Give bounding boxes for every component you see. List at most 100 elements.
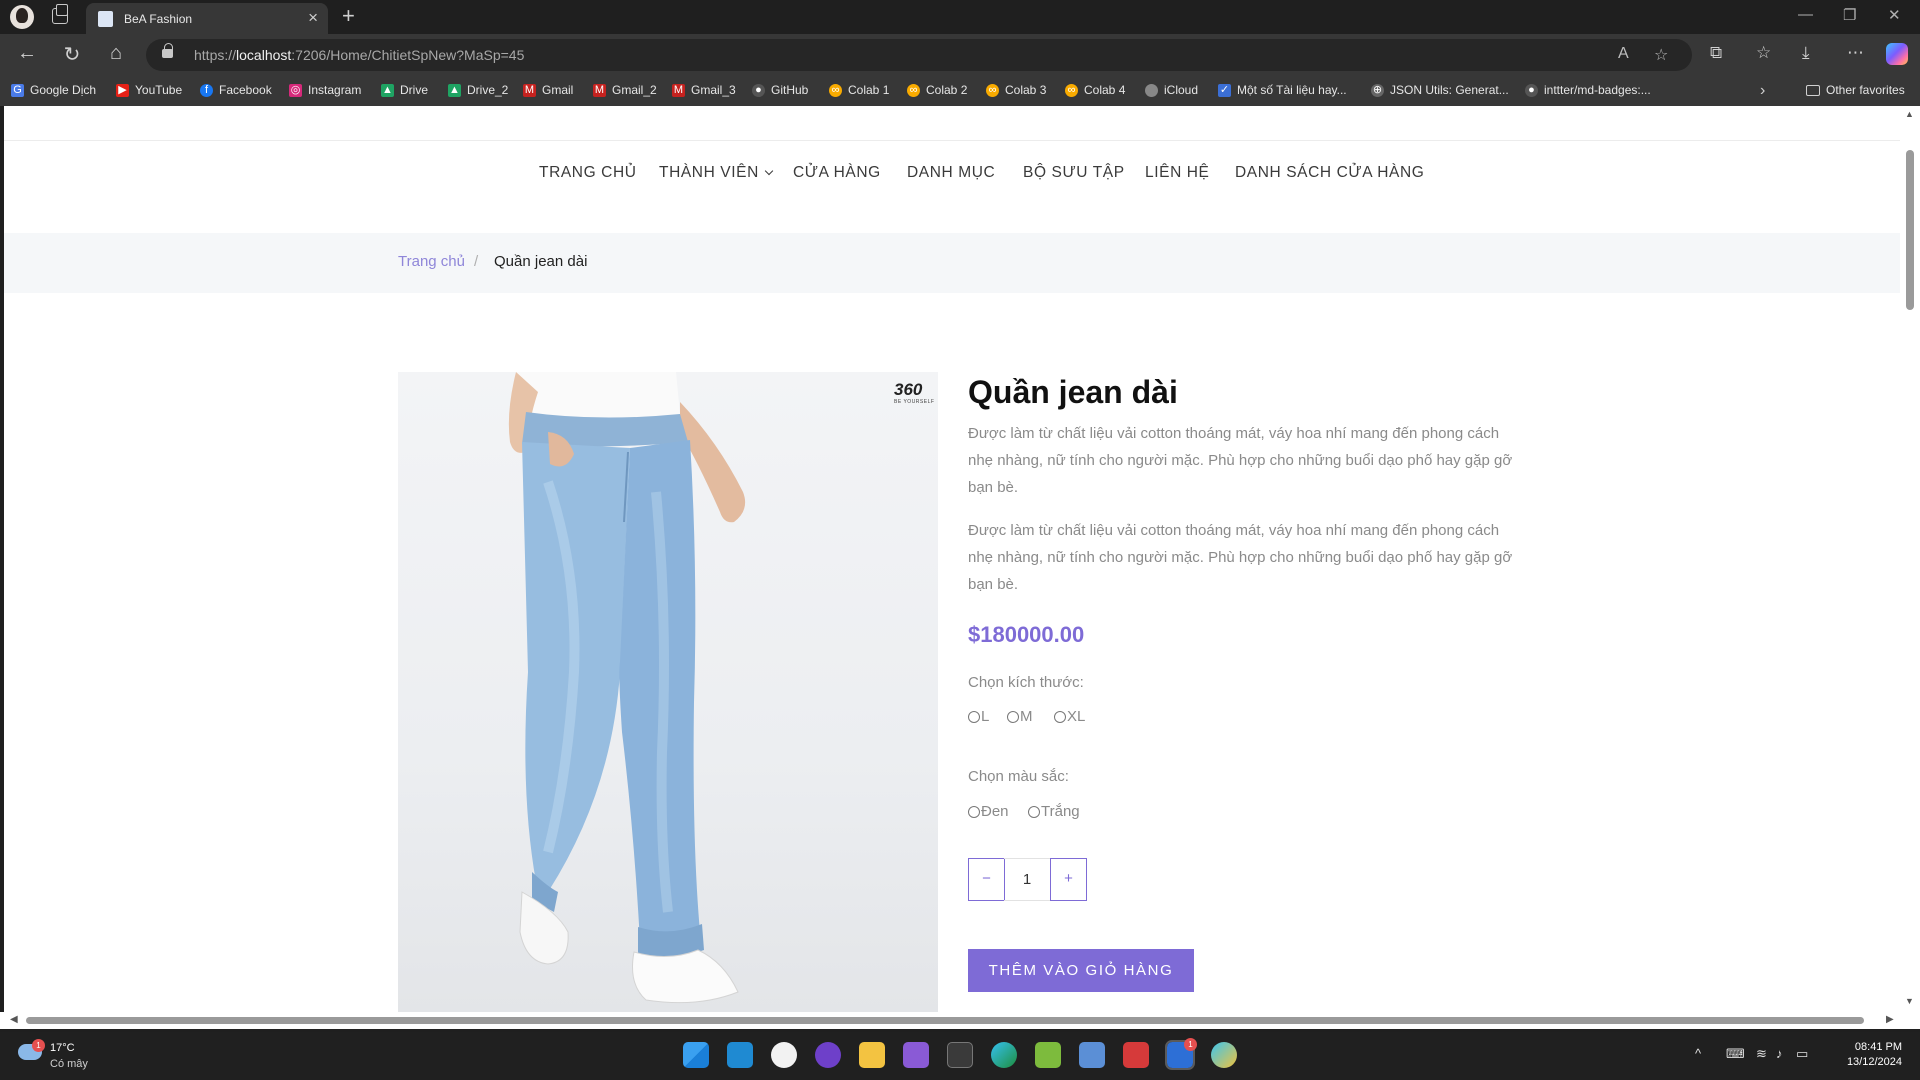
terminal-icon[interactable]: [947, 1042, 973, 1068]
workspaces-icon[interactable]: [52, 4, 68, 24]
snipping-tool-icon[interactable]: [1035, 1042, 1061, 1068]
bookmark-colab-2[interactable]: ∞ Colab 2: [907, 83, 967, 97]
breadcrumb-home-link[interactable]: Trang chủ: [398, 253, 465, 270]
home-button[interactable]: ⌂: [103, 42, 129, 65]
downloads-icon[interactable]: ⤓: [1802, 43, 1810, 63]
folder-icon: [1806, 84, 1820, 96]
browser-app-icon[interactable]: [1211, 1042, 1237, 1068]
product-price: $180000.00: [968, 622, 1085, 647]
close-window-button[interactable]: ✕: [1888, 6, 1901, 24]
url-text[interactable]: https://localhost:7206/Home/ChitietSpNew…: [194, 47, 524, 63]
menu-shop[interactable]: CỬA HÀNG: [793, 164, 881, 182]
menu-categories[interactable]: DANH MỤC: [907, 164, 995, 182]
menu-stores[interactable]: DANH SÁCH CỬA HÀNG: [1235, 164, 1424, 182]
new-tab-button[interactable]: +: [342, 3, 355, 29]
github-desktop-icon[interactable]: [815, 1042, 841, 1068]
reload-button[interactable]: ↻: [59, 42, 85, 67]
keyboard-icon[interactable]: ⌨: [1726, 1046, 1745, 1062]
weather-condition[interactable]: Có mây: [50, 1058, 88, 1070]
bookmark-drive-2[interactable]: ▲ Drive_2: [448, 83, 508, 97]
bookmarks-overflow-chevron-icon[interactable]: ›: [1760, 82, 1765, 100]
bookmark-instagram[interactable]: ◎ Instagram: [289, 83, 361, 97]
scroll-left-icon[interactable]: ◀: [10, 1014, 18, 1025]
bookmark-json-utils[interactable]: ⊕ JSON Utils: Generat...: [1371, 83, 1509, 97]
visual-studio-icon[interactable]: [903, 1042, 929, 1068]
copilot-icon[interactable]: [1886, 43, 1908, 65]
browser-tab-active[interactable]: BeA Fashion ×: [86, 3, 328, 34]
product-title: Quần jean dài: [968, 374, 1178, 410]
main-menu: TRANG CHỦ THÀNH VIÊN CỬA HÀNG DANH MỤC B…: [4, 164, 1900, 194]
quantity-decrease-button[interactable]: −: [968, 858, 1005, 901]
app-red-icon[interactable]: [1123, 1042, 1149, 1068]
size-radio-l[interactable]: [968, 710, 980, 723]
menu-members[interactable]: THÀNH VIÊN: [659, 164, 774, 182]
tab-close-icon[interactable]: ×: [308, 8, 318, 28]
horizontal-scrollbar[interactable]: ◀ ▶: [0, 1012, 1920, 1029]
size-label: Chọn kích thước:: [968, 674, 1084, 691]
weather-temperature[interactable]: 17°C: [50, 1042, 75, 1054]
bookmark-gmail-2[interactable]: M Gmail_2: [593, 83, 657, 97]
extensions-icon[interactable]: ⧉: [1710, 43, 1722, 63]
color-option-den[interactable]: Đen: [968, 803, 1009, 820]
system-clock[interactable]: 08:41 PM 13/12/2024: [1838, 1041, 1902, 1068]
bookmark-gmail[interactable]: M Gmail: [523, 83, 573, 97]
wifi-icon[interactable]: ≋: [1756, 1046, 1767, 1062]
menu-home[interactable]: TRANG CHỦ: [539, 164, 637, 182]
size-option-l[interactable]: L: [968, 708, 989, 725]
photos-icon[interactable]: [1079, 1042, 1105, 1068]
back-button[interactable]: ←: [14, 42, 40, 65]
chatgpt-icon[interactable]: [771, 1042, 797, 1068]
bookmark-tai-lieu[interactable]: ✓ Một số Tài liệu hay...: [1218, 83, 1347, 97]
product-description-2: Được làm từ chất liệu vải cotton thoáng …: [968, 522, 1513, 593]
favorite-star-icon[interactable]: ☆: [1654, 45, 1668, 65]
chevron-down-icon: [764, 166, 774, 176]
scroll-right-icon[interactable]: ▶: [1886, 1014, 1894, 1025]
bookmark-colab-1[interactable]: ∞ Colab 1: [829, 83, 889, 97]
favorites-icon[interactable]: ☆: [1756, 43, 1771, 63]
size-option-m[interactable]: M: [1007, 708, 1033, 725]
add-to-cart-button[interactable]: THÊM VÀO GIỎ HÀNG: [968, 949, 1194, 992]
restore-button[interactable]: ❐: [1843, 6, 1856, 24]
size-radio-xl[interactable]: [1054, 710, 1066, 723]
quantity-increase-button[interactable]: +: [1050, 858, 1087, 901]
edge-icon[interactable]: [991, 1042, 1017, 1068]
address-bar[interactable]: https://localhost:7206/Home/ChitietSpNew…: [146, 39, 1692, 71]
web-page: TRANG CHỦ THÀNH VIÊN CỬA HÀNG DANH MỤC B…: [4, 106, 1900, 1012]
tray-chevron-up-icon[interactable]: ^: [1695, 1046, 1701, 1061]
bookmark-youtube[interactable]: ▶ YouTube: [116, 83, 182, 97]
other-favorites[interactable]: Other favorites: [1806, 83, 1905, 97]
quantity-input[interactable]: 1: [1004, 858, 1050, 901]
menu-contact[interactable]: LIÊN HỆ: [1145, 164, 1210, 182]
color-option-trang[interactable]: Trắng: [1028, 803, 1080, 820]
color-radio-trang[interactable]: [1028, 805, 1040, 818]
size-option-xl[interactable]: XL: [1054, 708, 1085, 725]
bookmark-colab-4[interactable]: ∞ Colab 4: [1065, 83, 1125, 97]
battery-icon[interactable]: ▭: [1796, 1046, 1808, 1062]
bookmark-colab-3[interactable]: ∞ Colab 3: [986, 83, 1046, 97]
volume-icon[interactable]: ♪: [1776, 1046, 1783, 1061]
bookmark-md-badges[interactable]: ● inttter/md-badges:...: [1525, 83, 1651, 97]
clock-date: 13/12/2024: [1846, 1056, 1902, 1068]
bookmark-icloud[interactable]: iCloud: [1145, 83, 1198, 97]
file-explorer-icon[interactable]: [859, 1042, 885, 1068]
bookmark-gmail-3[interactable]: M Gmail_3: [672, 83, 736, 97]
vscode-icon[interactable]: [727, 1042, 753, 1068]
color-radio-den[interactable]: [968, 805, 980, 818]
bookmark-github[interactable]: ● GitHub: [752, 83, 808, 97]
horizontal-scroll-thumb[interactable]: [26, 1017, 1864, 1024]
minimize-button[interactable]: —: [1798, 6, 1813, 23]
profile-avatar[interactable]: [10, 5, 34, 29]
bookmark-facebook[interactable]: f Facebook: [200, 83, 272, 97]
menu-more-icon[interactable]: ⋯: [1847, 43, 1864, 63]
bookmark-google-dich[interactable]: G Google Dịch: [11, 83, 96, 97]
lock-icon[interactable]: [162, 43, 173, 58]
start-button-icon[interactable]: [683, 1042, 709, 1068]
vertical-scrollbar[interactable]: ▲ ▼: [1900, 106, 1920, 1012]
scroll-up-icon[interactable]: ▲: [1905, 109, 1914, 119]
scroll-down-icon[interactable]: ▼: [1905, 996, 1914, 1006]
vertical-scroll-thumb[interactable]: [1906, 150, 1914, 310]
size-radio-m[interactable]: [1007, 710, 1019, 723]
menu-collection[interactable]: BỘ SƯU TẬP: [1023, 164, 1125, 182]
read-aloud-icon[interactable]: A: [1618, 45, 1629, 63]
bookmark-drive[interactable]: ▲ Drive: [381, 83, 428, 97]
